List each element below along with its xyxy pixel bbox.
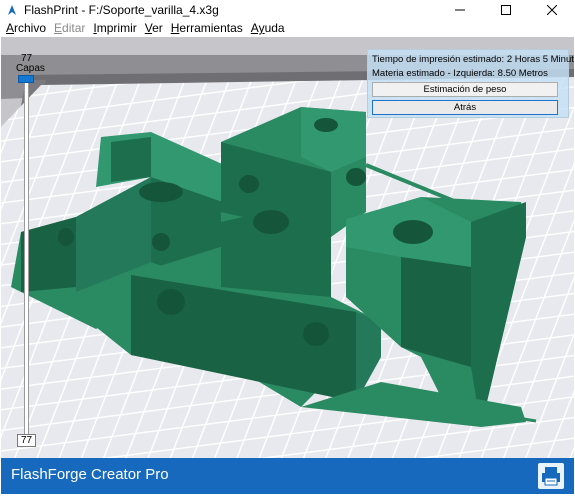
menu-archivo[interactable]: Archivo	[2, 20, 50, 37]
menu-ver[interactable]: Ver	[141, 20, 167, 37]
menu-bar: Archivo Editar Imprimir Ver Herramientas…	[0, 20, 575, 37]
menu-herramientas[interactable]: Herramientas	[167, 20, 247, 37]
print-time-estimate: Tiempo de impresión estimado: 2 Horas 5 …	[372, 54, 574, 65]
layer-slider-handle[interactable]	[18, 75, 34, 83]
3d-viewport[interactable]: 77 Capas 77 Tiempo de impresión estimado…	[1, 37, 574, 458]
layer-bottom-value[interactable]: 77	[17, 434, 36, 447]
menu-imprimir[interactable]: Imprimir	[89, 20, 140, 37]
window-title: FlashPrint - F:/Soporte_varilla_4.x3g	[24, 3, 219, 17]
printer-icon[interactable]	[538, 463, 564, 489]
weight-estimate-button[interactable]: Estimación de peso	[372, 82, 558, 97]
status-bar: FlashForge Creator Pro	[1, 458, 574, 494]
menu-editar[interactable]: Editar	[50, 20, 89, 37]
maximize-icon	[501, 5, 511, 15]
layer-slider-track[interactable]	[24, 79, 29, 434]
flashprint-app-icon	[8, 5, 16, 15]
minimize-icon	[455, 9, 465, 11]
maximize-button[interactable]	[483, 0, 529, 20]
layer-slider: 77 Capas 77	[1, 37, 61, 458]
minimize-button[interactable]	[437, 0, 483, 20]
close-button[interactable]	[529, 0, 575, 20]
layers-label: Capas	[16, 63, 45, 74]
back-button[interactable]: Atrás	[372, 100, 558, 115]
printer-name[interactable]: FlashForge Creator Pro	[11, 466, 169, 483]
close-icon	[547, 5, 557, 15]
print-estimate-panel: Tiempo de impresión estimado: 2 Horas 5 …	[367, 49, 574, 118]
title-bar: FlashPrint - F:/Soporte_varilla_4.x3g	[0, 0, 575, 20]
material-estimate: Materia estimado - Izquierda: 8.50 Metro…	[372, 68, 548, 79]
menu-ayuda[interactable]: Ayuda	[247, 20, 289, 37]
